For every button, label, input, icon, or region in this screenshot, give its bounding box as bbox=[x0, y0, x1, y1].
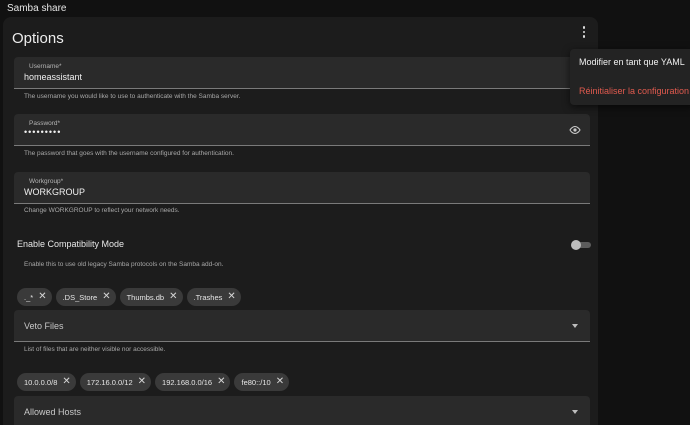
close-icon[interactable]: ✕ bbox=[38, 292, 46, 302]
username-helper: The username you would like to use to au… bbox=[24, 93, 241, 100]
workgroup-helper: Change WORKGROUP to reflect your network… bbox=[24, 207, 180, 214]
veto-files-label: Veto Files bbox=[24, 321, 64, 331]
menu-item-reset-config[interactable]: Réinitialiser la configuration bbox=[579, 86, 689, 96]
veto-chip: ._* ✕ bbox=[17, 288, 52, 306]
veto-helper: List of files that are neither visible n… bbox=[24, 346, 166, 353]
chip-label: fe80::/10 bbox=[241, 377, 271, 387]
compatibility-label: Enable Compatibility Mode bbox=[17, 239, 125, 249]
card-title: Options bbox=[12, 30, 64, 47]
veto-chip: .Trashes ✕ bbox=[186, 288, 241, 306]
chip-label: 192.168.0.0/16 bbox=[162, 377, 213, 387]
veto-chip: .DS_Store ✕ bbox=[55, 288, 116, 306]
chip-label: Thumbs.db bbox=[126, 292, 165, 302]
close-icon[interactable]: ✕ bbox=[169, 292, 177, 302]
chip-label: .DS_Store bbox=[62, 292, 98, 302]
page-header-title: Samba share bbox=[7, 3, 67, 14]
caret-down-icon[interactable] bbox=[572, 410, 578, 414]
password-helper: The password that goes with the username… bbox=[24, 150, 234, 157]
veto-files-select[interactable]: Veto Files bbox=[14, 310, 590, 342]
close-icon[interactable]: ✕ bbox=[217, 377, 225, 387]
hosts-chip-list: 10.0.0.0/8 ✕ 172.16.0.0/12 ✕ 192.168.0.0/1… bbox=[17, 373, 290, 391]
host-chip: fe80::/10 ✕ bbox=[234, 373, 290, 391]
options-card: Options Username* homeassistant The user… bbox=[3, 17, 598, 425]
close-icon[interactable]: ✕ bbox=[62, 377, 70, 387]
username-field[interactable]: Username* homeassistant bbox=[14, 57, 590, 89]
more-vert-icon[interactable] bbox=[578, 24, 590, 40]
chip-label: .Trashes bbox=[193, 292, 223, 302]
password-label: Password* bbox=[29, 120, 61, 127]
workgroup-field[interactable]: Workgroup* WORKGROUP bbox=[14, 172, 590, 204]
chip-label: 172.16.0.0/12 bbox=[86, 377, 133, 387]
compatibility-toggle[interactable] bbox=[571, 240, 591, 250]
overflow-menu: Modifier en tant que YAML Réinitialiser … bbox=[570, 49, 690, 105]
toggle-thumb bbox=[571, 240, 581, 250]
close-icon[interactable]: ✕ bbox=[227, 292, 235, 302]
username-value[interactable]: homeassistant bbox=[24, 72, 82, 82]
close-icon[interactable]: ✕ bbox=[138, 377, 146, 387]
workgroup-value[interactable]: WORKGROUP bbox=[24, 187, 85, 197]
eye-icon[interactable] bbox=[569, 125, 581, 135]
host-chip: 10.0.0.0/8 ✕ bbox=[17, 373, 76, 391]
allowed-hosts-label: Allowed Hosts bbox=[24, 407, 82, 417]
close-icon[interactable]: ✕ bbox=[102, 292, 110, 302]
close-icon[interactable]: ✕ bbox=[276, 377, 284, 387]
chip-label: ._* bbox=[24, 292, 34, 302]
workgroup-label: Workgroup* bbox=[29, 178, 64, 185]
username-label: Username* bbox=[29, 63, 62, 70]
chip-label: 10.0.0.0/8 bbox=[24, 377, 58, 387]
host-chip: 192.168.0.0/16 ✕ bbox=[155, 373, 231, 391]
menu-item-edit-yaml[interactable]: Modifier en tant que YAML bbox=[579, 57, 685, 67]
compatibility-helper: Enable this to use old legacy Samba prot… bbox=[24, 261, 224, 268]
caret-down-icon[interactable] bbox=[572, 324, 578, 328]
veto-chip: Thumbs.db ✕ bbox=[119, 288, 183, 306]
host-chip: 172.16.0.0/12 ✕ bbox=[79, 373, 152, 391]
veto-chip-list: ._* ✕ .DS_Store ✕ Thumbs.db ✕ .Trashes ✕ bbox=[17, 288, 241, 306]
password-field[interactable]: Password* ••••••••• bbox=[14, 114, 590, 146]
allowed-hosts-select[interactable]: Allowed Hosts bbox=[14, 396, 590, 425]
password-value[interactable]: ••••••••• bbox=[24, 127, 61, 137]
